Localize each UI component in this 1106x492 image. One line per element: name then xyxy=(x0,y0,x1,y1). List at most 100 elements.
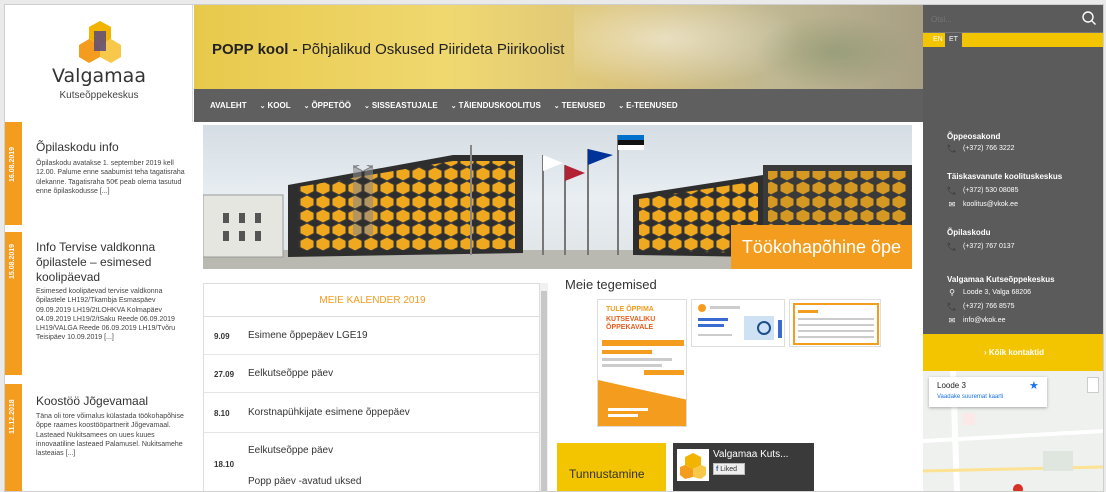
calendar-row[interactable]: 9.09 Esimene õppepäev LGE19 xyxy=(204,317,541,355)
nav-item-label: TEENUSED xyxy=(561,101,606,110)
facebook-page-name[interactable]: Valgamaa Kuts... xyxy=(713,449,788,460)
site-logo[interactable]: Valgamaa Kutseõppekeskus xyxy=(5,5,193,122)
nav-item-taienduskoolitus[interactable]: ⌄ TÄIENDUSKOOLITUS xyxy=(451,101,541,110)
hero-slider[interactable]: Töökohapõhine õpe xyxy=(203,125,912,269)
calendar-event[interactable]: Esimene õppepäev LGE19 xyxy=(248,330,368,341)
phone-icon: 📞 xyxy=(947,186,957,195)
contact-heading: Valgamaa Kutseõppekeskus xyxy=(947,275,1055,284)
news-item[interactable]: 11.12.2018 Koostöö Jõgevamaal Täna oli t… xyxy=(5,384,195,491)
search-bar xyxy=(923,5,1103,33)
news-title[interactable]: Õpilaskodu info xyxy=(36,140,186,155)
news-date-strip: 16.08.2019 xyxy=(5,122,22,225)
calendar-event[interactable]: Korstnapühkijate esimene õppepäev xyxy=(248,407,410,418)
chevron-down-icon: ⌄ xyxy=(618,103,625,110)
activity-thumbnail[interactable] xyxy=(789,299,881,347)
calendar-date: 27.09 xyxy=(214,370,235,379)
facebook-page-avatar xyxy=(677,449,709,481)
page-frame: Valgamaa Kutseõppekeskus POPP kool - Põh… xyxy=(4,4,1104,492)
calendar-date: 8.10 xyxy=(214,409,230,418)
site-title-rest: Põhjalikud Oskused Piirideta Piirikoolis… xyxy=(297,41,565,58)
scrollbar-thumb[interactable] xyxy=(541,291,547,491)
calendar-row[interactable]: 8.10 Korstnapühkijate esimene õppepäev xyxy=(204,393,541,433)
chevron-down-icon: ⌄ xyxy=(553,103,560,110)
news-body: Täna oli tore võimalus külastada töökoha… xyxy=(36,413,184,458)
calendar-title: MEIE KALENDER 2019 xyxy=(204,284,541,317)
contact-line[interactable]: ✉ koolitus@vkok.ee xyxy=(947,200,1018,209)
calendar-date: 18.10 xyxy=(214,460,235,469)
news-title[interactable]: Info Tervise valdkonna õpilastele – esim… xyxy=(36,240,186,285)
chevron-down-icon: ⌄ xyxy=(450,103,457,110)
contact-line[interactable]: ✉ info@vkok.ee xyxy=(947,316,1006,325)
facebook-like-button[interactable]: f Liked xyxy=(713,463,745,475)
location-icon: ⚲ xyxy=(949,288,955,297)
star-icon[interactable]: ★ xyxy=(1029,379,1039,392)
site-title-bold: POPP kool - xyxy=(212,41,298,58)
contact-line[interactable]: 📞 (+372) 767 0137 xyxy=(947,242,1015,251)
calendar-event[interactable]: Eelkutseõppe päev xyxy=(248,368,333,379)
poster-line: KUTSEVALIKU ÕPPEKAVALE xyxy=(606,316,656,331)
news-date: 15.08.2019 xyxy=(9,243,16,279)
nav-item-label: AVALEHT xyxy=(210,101,247,110)
chevron-down-icon: ⌄ xyxy=(259,103,266,110)
nav-item-teenused[interactable]: ⌄ TEENUSED xyxy=(554,101,605,110)
chevron-down-icon: ⌄ xyxy=(303,103,310,110)
map-larger-link[interactable]: Vaadake suuremat kaarti xyxy=(937,394,1003,400)
nav-item-kool[interactable]: ⌄ KOOL xyxy=(260,101,291,110)
logo-subtitle: Kutseõppekeskus xyxy=(59,90,139,101)
nav-item-e-teenused[interactable]: ⌄ E-TEENUSED xyxy=(618,101,677,110)
phone-icon: 📞 xyxy=(947,144,957,153)
contact-heading: Õppeosakond xyxy=(947,132,1001,141)
street-view-icon[interactable] xyxy=(1087,377,1099,393)
news-item[interactable]: 15.08.2019 Info Tervise valdkonna õpilas… xyxy=(5,232,195,375)
hero-caption[interactable]: Töökohapõhine õpe xyxy=(731,225,912,269)
contacts-panel: Õppeosakond 📞 (+372) 766 3222 Täiskasvanu… xyxy=(923,122,1103,337)
search-icon[interactable] xyxy=(1081,10,1097,26)
nav-item-avaleht[interactable]: AVALEHT xyxy=(210,101,247,110)
facebook-widget[interactable]: Valgamaa Kuts... f Liked xyxy=(673,443,814,491)
activity-thumbnail[interactable]: TULE ÕPPIMA KUTSEVALIKU ÕPPEKAVALE xyxy=(597,299,687,427)
search-input[interactable] xyxy=(931,12,1071,26)
all-contacts-link[interactable]: › Kõik kontaktid xyxy=(923,334,1103,371)
map-place-name: Loode 3 xyxy=(937,381,966,390)
news-item[interactable]: 16.08.2019 Õpilaskodu info Õpilaskodu av… xyxy=(5,122,195,225)
nav-item-oppetoo[interactable]: ⌄ ÕPPETÖÖ xyxy=(304,101,351,110)
activities-title: Meie tegemised xyxy=(565,277,657,292)
lang-et-link[interactable]: ET xyxy=(945,33,962,47)
document-image xyxy=(790,300,880,346)
news-title[interactable]: Koostöö Jõgevamaal xyxy=(36,394,186,409)
top-right-panel: EN ET xyxy=(923,5,1103,122)
map-embed[interactable]: Loode 3 Vaadake suuremat kaarti ★ xyxy=(923,371,1103,491)
news-body: Õpilaskodu avatakse 1. september 2019 ke… xyxy=(36,160,185,195)
recognition-box[interactable]: Tunnustamine xyxy=(557,443,666,491)
nav-item-label: TÄIENDUSKOOLITUS xyxy=(458,101,541,110)
calendar-row[interactable]: 18.10 Eelkutseõppe päev Popp päev -avatu… xyxy=(204,433,541,491)
logo-mark-icon xyxy=(79,21,121,63)
contact-text: Loode 3, Valga 68206 xyxy=(963,289,1031,296)
contact-line[interactable]: 📞 (+372) 530 08085 xyxy=(947,186,1018,195)
contact-text: (+372) 530 08085 xyxy=(963,187,1019,194)
news-date-strip: 11.12.2018 xyxy=(5,384,22,491)
logo-name: Valgamaa xyxy=(52,65,146,87)
language-bar: EN ET xyxy=(923,33,1103,47)
news-date: 16.08.2019 xyxy=(9,146,16,182)
contact-heading: Õpilaskodu xyxy=(947,228,991,237)
nav-item-label: ÕPPETÖÖ xyxy=(311,101,352,110)
chevron-down-icon: ⌄ xyxy=(364,103,370,110)
contact-line[interactable]: 📞 (+372) 766 3222 xyxy=(947,144,1015,153)
site-title: POPP kool - Põhjalikud Oskused Piirideta… xyxy=(212,41,564,58)
document-image xyxy=(692,300,784,346)
calendar-panel: MEIE KALENDER 2019 9.09 Esimene õppepäev… xyxy=(203,283,541,491)
contact-line[interactable]: ⚲ Loode 3, Valga 68206 xyxy=(947,288,1031,297)
contact-line[interactable]: 📞 (+372) 766 8575 xyxy=(947,302,1015,311)
calendar-event[interactable]: Eelkutseõppe päev xyxy=(248,445,333,456)
calendar-scrollbar[interactable] xyxy=(540,283,548,491)
header-banner: POPP kool - Põhjalikud Oskused Piirideta… xyxy=(194,5,923,122)
activity-thumbnail[interactable] xyxy=(691,299,785,347)
banner-texture xyxy=(754,15,914,89)
nav-item-sisseastujale[interactable]: ⌄ SISSEASTUJALE xyxy=(364,101,438,110)
news-date-strip: 15.08.2019 xyxy=(5,232,22,375)
calendar-event[interactable]: Popp päev -avatud uksed xyxy=(248,476,361,487)
poster-line: TULE ÕPPIMA xyxy=(606,306,654,313)
facebook-like-label: Liked xyxy=(720,466,738,473)
calendar-row[interactable]: 27.09 Eelkutseõppe päev xyxy=(204,355,541,393)
